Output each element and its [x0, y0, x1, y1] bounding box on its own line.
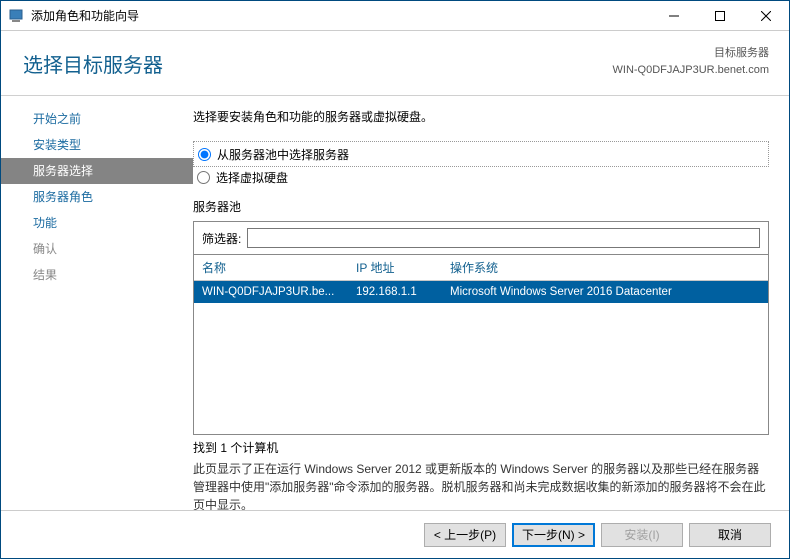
cell-os: Microsoft Windows Server 2016 Datacenter	[442, 286, 768, 298]
page-title: 选择目标服务器	[23, 49, 163, 78]
col-ip[interactable]: IP 地址	[348, 259, 442, 276]
radio-group-selected: 从服务器池中选择服务器	[193, 141, 769, 167]
sidebar-item-features[interactable]: 功能	[1, 210, 193, 236]
install-button: 安装(I)	[601, 523, 683, 547]
target-server-info: 目标服务器 WIN-Q0DFJAJP3UR.benet.com	[613, 45, 769, 78]
minimize-button[interactable]	[651, 1, 697, 31]
cell-name: WIN-Q0DFJAJP3UR.be...	[194, 286, 348, 298]
radio-select-from-pool-input[interactable]	[198, 148, 211, 161]
table-header: 名称 IP 地址 操作系统	[194, 255, 768, 281]
found-count: 找到 1 个计算机	[193, 439, 769, 456]
table-empty-area	[194, 303, 768, 434]
filter-input[interactable]	[247, 228, 760, 248]
sidebar-item-installation-type[interactable]: 安装类型	[1, 132, 193, 158]
sidebar-item-before-you-begin[interactable]: 开始之前	[1, 106, 193, 132]
hint-text: 此页显示了正在运行 Windows Server 2012 或更新版本的 Win…	[193, 460, 769, 510]
app-icon	[9, 8, 25, 24]
titlebar: 添加角色和功能向导	[1, 1, 789, 31]
filter-box: 筛选器:	[193, 221, 769, 255]
radio-select-vhd-label: 选择虚拟硬盘	[216, 169, 288, 186]
sidebar-item-server-roles[interactable]: 服务器角色	[1, 184, 193, 210]
header: 选择目标服务器 目标服务器 WIN-Q0DFJAJP3UR.benet.com	[1, 31, 789, 96]
target-server-label: 目标服务器	[613, 45, 769, 62]
radio-select-vhd-input[interactable]	[197, 171, 210, 184]
body: 开始之前 安装类型 服务器选择 服务器角色 功能 确认 结果 选择要安装角色和功…	[1, 96, 789, 510]
intro-text: 选择要安装角色和功能的服务器或虚拟硬盘。	[193, 108, 769, 125]
table-row[interactable]: WIN-Q0DFJAJP3UR.be... 192.168.1.1 Micros…	[194, 281, 768, 303]
server-pool-label: 服务器池	[193, 198, 769, 215]
footer: < 上一步(P) 下一步(N) > 安装(I) 取消	[1, 510, 789, 558]
col-os[interactable]: 操作系统	[442, 259, 768, 276]
sidebar-item-results: 结果	[1, 262, 193, 288]
sidebar-item-server-selection[interactable]: 服务器选择	[1, 158, 193, 184]
wizard-window: 添加角色和功能向导 选择目标服务器 目标服务器 WIN-Q0DFJAJP3UR.…	[0, 0, 790, 559]
maximize-button[interactable]	[697, 1, 743, 31]
radio-select-vhd[interactable]: 选择虚拟硬盘	[193, 169, 769, 186]
cancel-button[interactable]: 取消	[689, 523, 771, 547]
target-server-value: WIN-Q0DFJAJP3UR.benet.com	[613, 62, 769, 79]
main-panel: 选择要安装角色和功能的服务器或虚拟硬盘。 从服务器池中选择服务器 选择虚拟硬盘 …	[193, 96, 789, 510]
radio-select-from-pool-label: 从服务器池中选择服务器	[217, 146, 349, 163]
previous-button[interactable]: < 上一步(P)	[424, 523, 506, 547]
sidebar: 开始之前 安装类型 服务器选择 服务器角色 功能 确认 结果	[1, 96, 193, 510]
cell-ip: 192.168.1.1	[348, 286, 442, 298]
radio-select-from-pool[interactable]: 从服务器池中选择服务器	[198, 144, 764, 164]
filter-label: 筛选器:	[202, 230, 241, 247]
window-controls	[651, 1, 789, 31]
next-button[interactable]: 下一步(N) >	[512, 523, 595, 547]
sidebar-item-confirmation: 确认	[1, 236, 193, 262]
col-name[interactable]: 名称	[194, 259, 348, 276]
close-button[interactable]	[743, 1, 789, 31]
server-table: 名称 IP 地址 操作系统 WIN-Q0DFJAJP3UR.be... 192.…	[193, 255, 769, 435]
window-title: 添加角色和功能向导	[31, 7, 651, 24]
